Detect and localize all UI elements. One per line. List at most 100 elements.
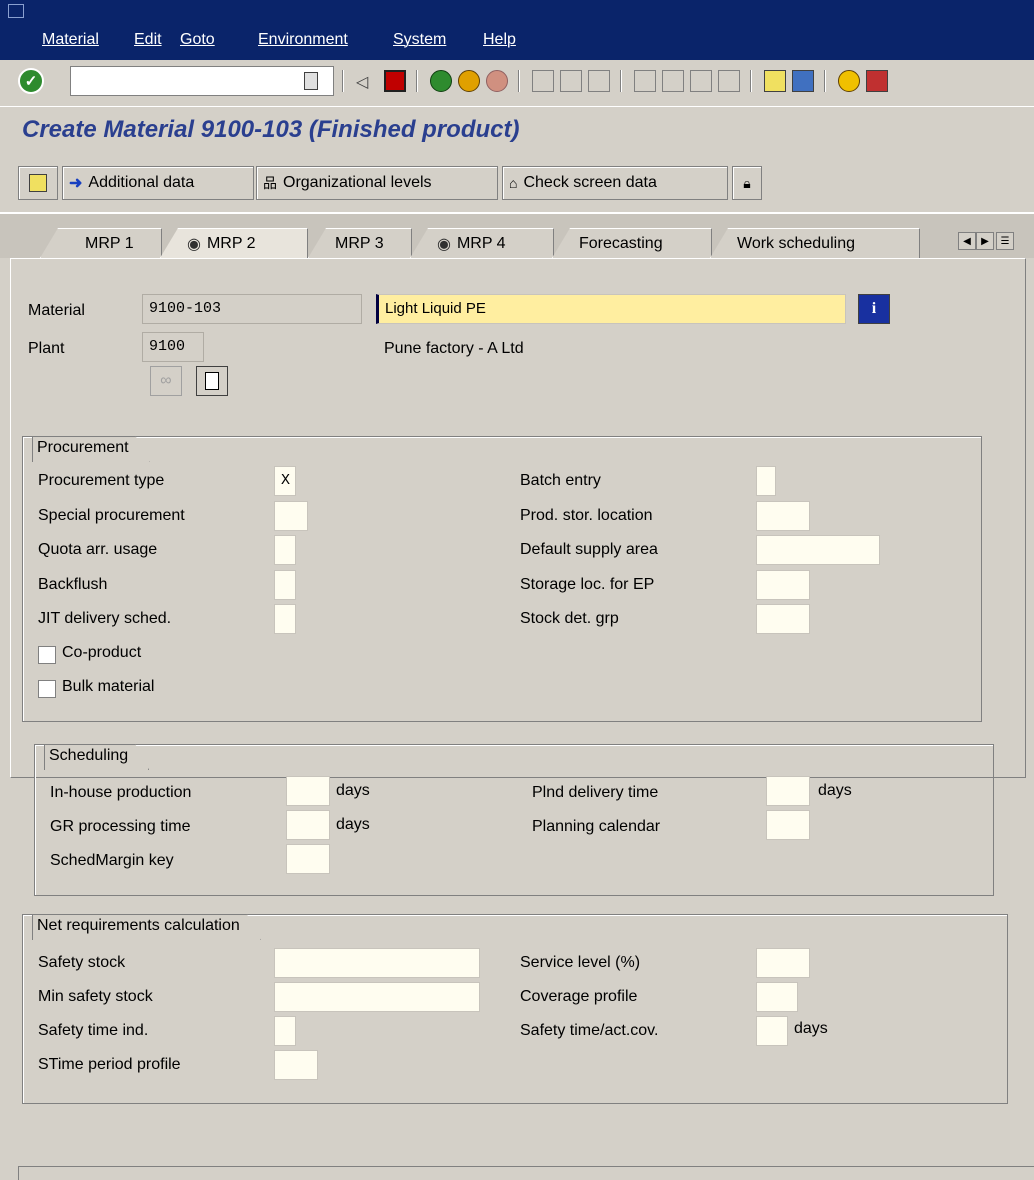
procurement-type-label: Procurement type xyxy=(38,472,165,489)
batch-entry-field[interactable] xyxy=(756,466,776,496)
last-page-icon[interactable] xyxy=(718,70,740,92)
additional-data-button[interactable]: ➜ Additional data xyxy=(62,166,254,200)
safety-time-cov-field[interactable] xyxy=(756,1016,788,1046)
backflush-field[interactable] xyxy=(274,570,296,600)
plnd-delivery-label: Plnd delivery time xyxy=(532,784,659,801)
help-icon[interactable] xyxy=(838,70,860,92)
print-icon[interactable] xyxy=(532,70,554,92)
menu-material[interactable]: Material xyxy=(42,31,99,49)
menu-help[interactable]: Help xyxy=(483,31,516,49)
first-page-icon[interactable] xyxy=(634,70,656,92)
hierarchy-icon: 品 xyxy=(263,175,277,191)
find-icon[interactable] xyxy=(560,70,582,92)
system-menu-icon[interactable] xyxy=(8,4,24,18)
special-procurement-field[interactable] xyxy=(274,501,308,531)
tab-mrp4[interactable]: ◉ MRP 4 xyxy=(410,228,554,258)
separator xyxy=(342,70,344,92)
service-level-field[interactable] xyxy=(756,948,810,978)
org-levels-button[interactable]: 品 Organizational levels xyxy=(256,166,498,200)
stime-period-profile-field[interactable] xyxy=(274,1050,318,1080)
tab-list-icon[interactable]: ☰ xyxy=(996,232,1014,250)
stime-period-profile-label: STime period profile xyxy=(38,1056,181,1073)
quota-usage-field[interactable] xyxy=(274,535,296,565)
plnd-delivery-field[interactable] xyxy=(766,776,810,806)
check-screen-label: Check screen data xyxy=(523,174,657,191)
safety-time-cov-label: Safety time/act.cov. xyxy=(520,1022,659,1039)
procurement-group xyxy=(22,436,982,722)
previous-page-icon[interactable] xyxy=(662,70,684,92)
check-screen-data-button[interactable]: ⌂ Check screen data xyxy=(502,166,728,200)
menu-goto[interactable]: Goto xyxy=(180,31,215,49)
enter-check-icon[interactable]: ✓ xyxy=(18,68,44,94)
menu-edit[interactable]: Edit xyxy=(134,31,162,49)
exit-icon[interactable] xyxy=(458,70,480,92)
back-icon[interactable] xyxy=(430,70,452,92)
gr-processing-label: GR processing time xyxy=(50,818,191,835)
select-views-button[interactable] xyxy=(18,166,58,200)
command-field[interactable] xyxy=(70,66,334,96)
bulk-material-checkbox[interactable] xyxy=(38,680,56,698)
safety-time-days-unit: days xyxy=(794,1020,828,1037)
sched-margin-field[interactable] xyxy=(286,844,330,874)
create-document-icon[interactable] xyxy=(196,366,228,396)
stock-det-group-label: Stock det. grp xyxy=(520,610,619,627)
tab-label: Forecasting xyxy=(579,234,663,252)
save-icon[interactable] xyxy=(384,70,406,92)
plant-field: 9100 xyxy=(142,332,204,362)
collapse-arrow-icon[interactable]: ◁ xyxy=(356,72,368,92)
tab-mrp2[interactable]: ◉ MRP 2 xyxy=(160,228,308,258)
net-requirements-group xyxy=(22,914,1008,1104)
lock-button[interactable]: 🔒︎ xyxy=(732,166,762,200)
default-supply-area-field[interactable] xyxy=(756,535,880,565)
cancel-icon[interactable] xyxy=(486,70,508,92)
menu-environment[interactable]: Environment xyxy=(258,31,348,49)
coverage-profile-field[interactable] xyxy=(756,982,798,1012)
prod-storage-location-field[interactable] xyxy=(756,501,810,531)
material-description-field[interactable]: Light Liquid PE xyxy=(376,294,846,324)
min-safety-stock-label: Min safety stock xyxy=(38,988,153,1005)
gr-processing-field[interactable] xyxy=(286,810,330,840)
tab-scroll-left-icon[interactable]: ◀ xyxy=(958,232,976,250)
create-session-icon[interactable] xyxy=(764,70,786,92)
net-requirements-title: Net requirements calculation xyxy=(32,914,261,940)
procurement-type-field[interactable]: X xyxy=(274,466,296,496)
planning-calendar-field[interactable] xyxy=(766,810,810,840)
layout-menu-icon[interactable] xyxy=(866,70,888,92)
status-complete-icon: ◉ xyxy=(187,235,201,253)
procurement-title: Procurement xyxy=(32,436,150,462)
menu-bar: Material Edit Goto Environment System He… xyxy=(0,0,1034,60)
tab-mrp3[interactable]: MRP 3 xyxy=(308,228,412,258)
safety-stock-field[interactable] xyxy=(274,948,480,978)
separator xyxy=(750,70,752,92)
tab-forecasting[interactable]: Forecasting xyxy=(552,228,712,258)
inhouse-production-label: In-house production xyxy=(50,784,192,801)
coproduct-checkbox[interactable] xyxy=(38,646,56,664)
command-history-icon[interactable] xyxy=(304,72,318,90)
info-icon[interactable]: i xyxy=(858,294,890,324)
jit-delivery-field[interactable] xyxy=(274,604,296,634)
menu-system[interactable]: System xyxy=(393,31,446,49)
storage-loc-ep-field[interactable] xyxy=(756,570,810,600)
page-title: Create Material 9100-103 (Finished produ… xyxy=(22,116,520,143)
plant-description: Pune factory - A Ltd xyxy=(384,340,524,357)
display-icon[interactable]: ∞ xyxy=(150,366,182,396)
gr-days-unit: days xyxy=(336,816,370,833)
safety-stock-label: Safety stock xyxy=(38,954,126,971)
inhouse-production-field[interactable] xyxy=(286,776,330,806)
bulk-material-label: Bulk material xyxy=(62,678,155,695)
safety-time-ind-field[interactable] xyxy=(274,1016,296,1046)
tab-scroll-right-icon[interactable]: ▶ xyxy=(976,232,994,250)
create-shortcut-icon[interactable] xyxy=(792,70,814,92)
status-bar xyxy=(18,1166,1034,1180)
tab-label: MRP 2 xyxy=(206,234,256,252)
tab-work-scheduling[interactable]: Work scheduling xyxy=(710,228,920,258)
sched-margin-label: SchedMargin key xyxy=(50,852,174,869)
tab-mrp1[interactable]: MRP 1 xyxy=(40,228,162,258)
next-page-icon[interactable] xyxy=(690,70,712,92)
find-next-icon[interactable] xyxy=(588,70,610,92)
arrow-right-icon: ➜ xyxy=(69,175,83,192)
check-screen-icon: ⌂ xyxy=(509,175,518,191)
special-procurement-label: Special procurement xyxy=(38,507,185,524)
stock-det-group-field[interactable] xyxy=(756,604,810,634)
min-safety-stock-field[interactable] xyxy=(274,982,480,1012)
